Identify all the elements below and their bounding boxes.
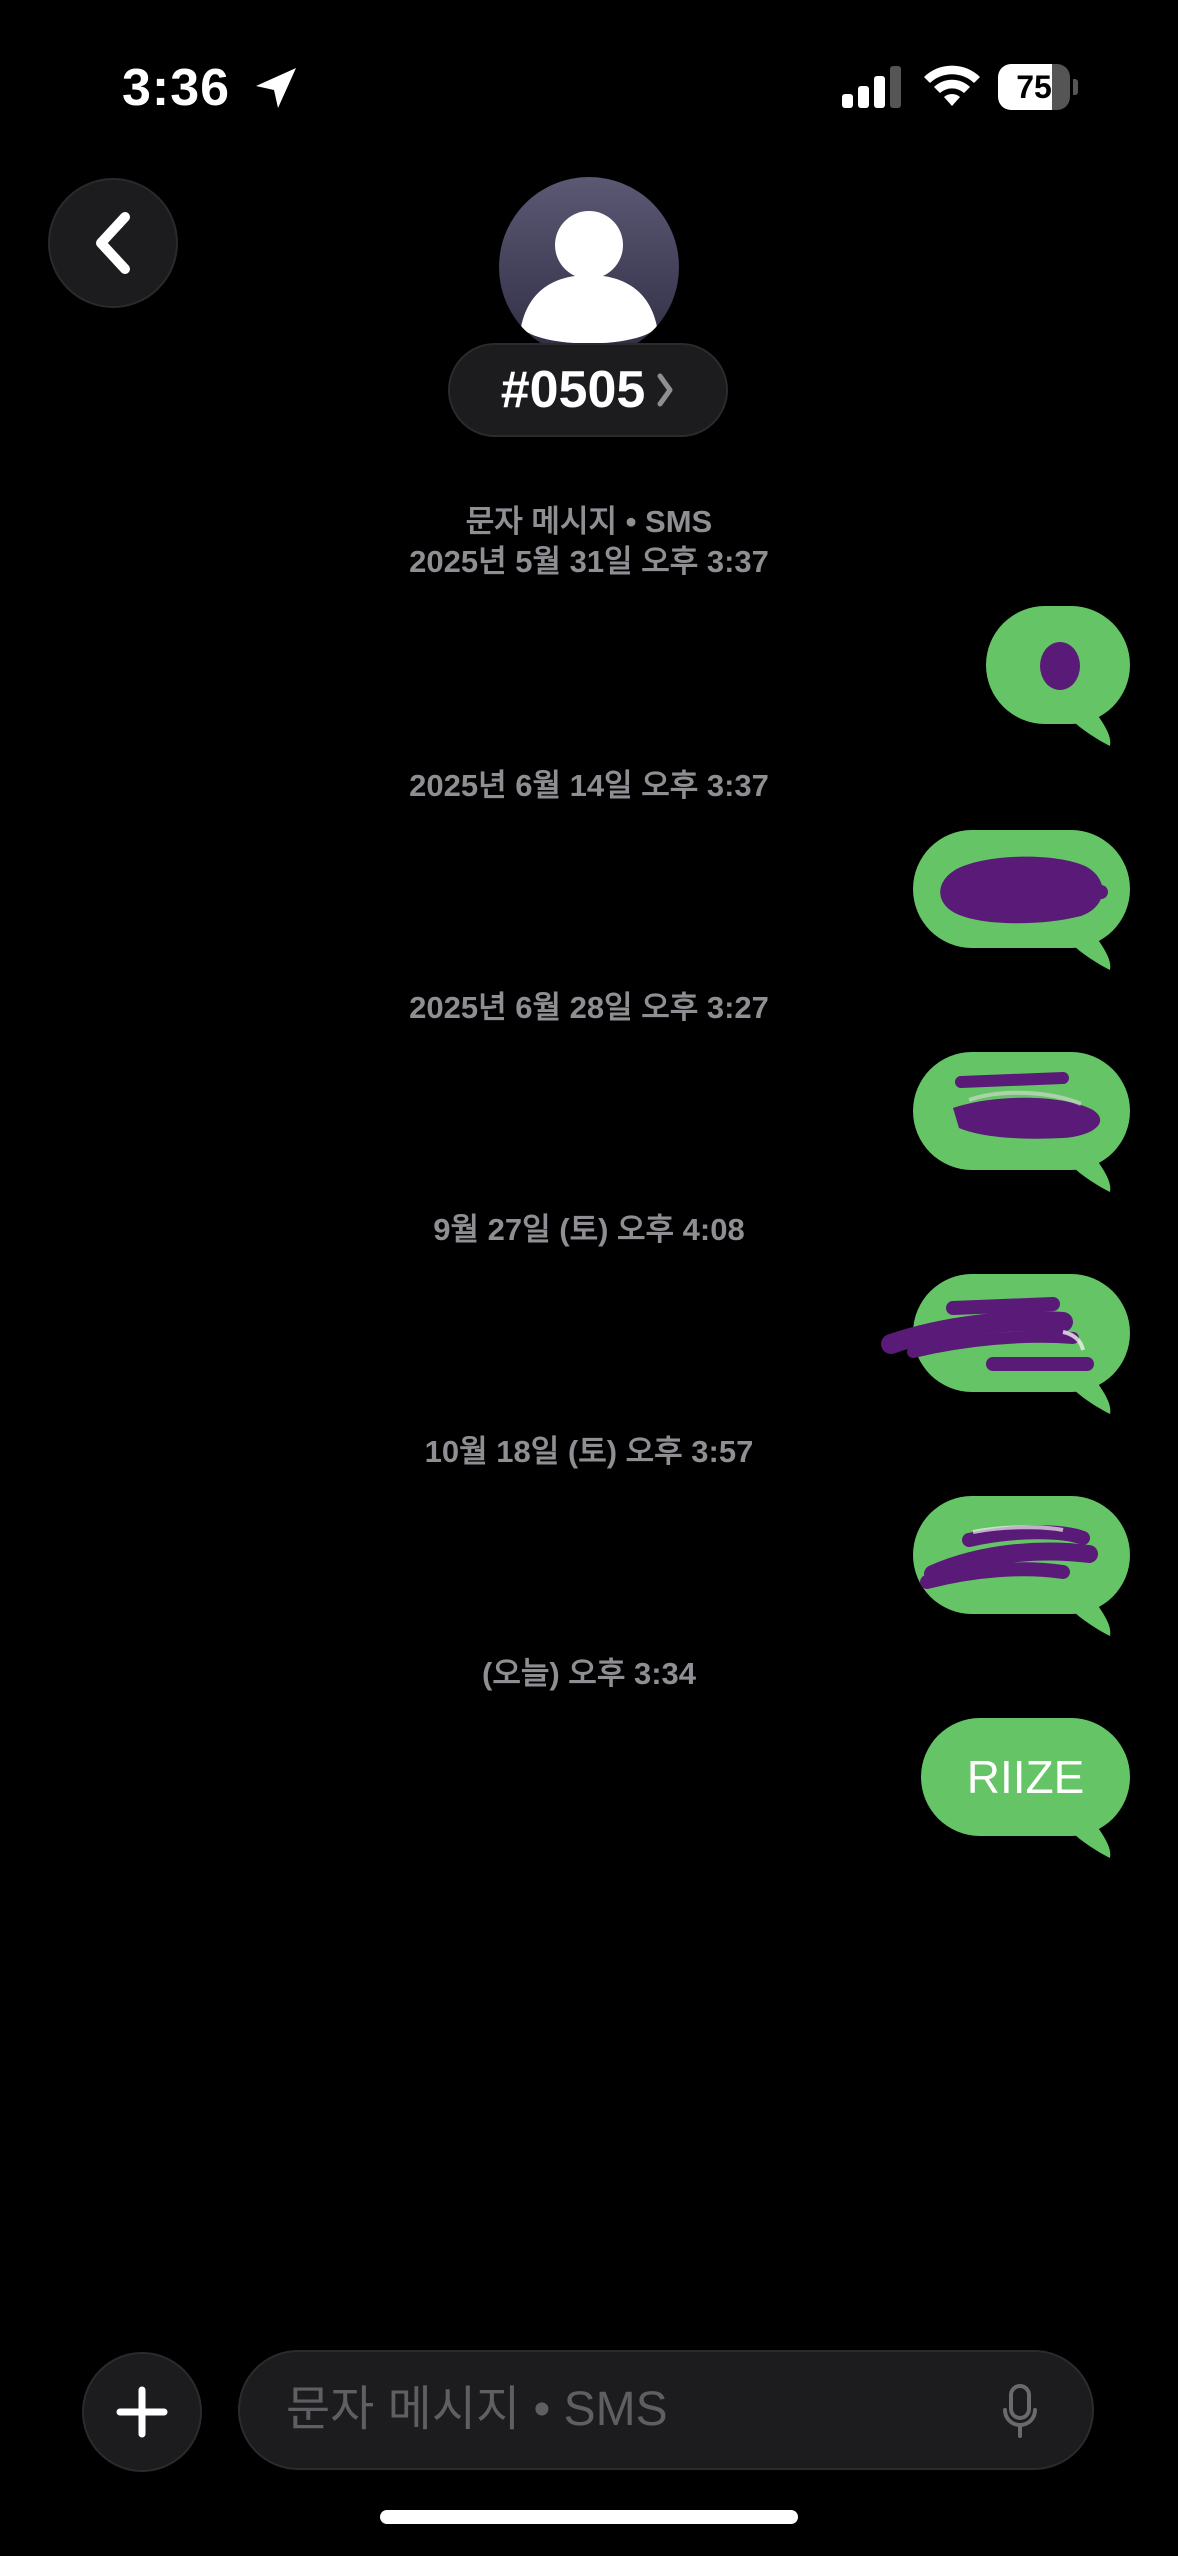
microphone-icon[interactable]	[1002, 2384, 1038, 2438]
contact-name: #0505	[500, 361, 646, 419]
timestamp: 9월 27일 (토) 오후 4:08	[433, 1212, 745, 1247]
message-input[interactable]: 문자 메시지 • SMS	[238, 2350, 1094, 2470]
timestamp: 2025년 5월 31일 오후 3:37	[409, 544, 769, 579]
battery-percent: 75	[1016, 69, 1052, 105]
message-bubble[interactable]	[913, 1052, 1130, 1192]
home-indicator[interactable]	[380, 2510, 798, 2524]
thread-service-label: 문자 메시지 • SMS	[465, 504, 713, 539]
location-arrow-icon	[256, 68, 296, 108]
status-time: 3:36	[122, 59, 231, 117]
timestamp: (오늘) 오후 3:34	[482, 1656, 696, 1691]
wifi-icon	[924, 65, 980, 106]
add-attachment-button[interactable]	[82, 2352, 202, 2472]
back-chevron-icon	[96, 212, 130, 274]
message-bubble[interactable]	[881, 1274, 1130, 1414]
timestamp: 2025년 6월 28일 오후 3:27	[409, 990, 769, 1025]
message-bubble[interactable]	[986, 606, 1130, 746]
back-button[interactable]	[48, 178, 178, 308]
message-text: RIIZE	[966, 1751, 1085, 1803]
message-bubble[interactable]: RIIZE	[921, 1718, 1130, 1858]
contact-name-button[interactable]: #0505	[448, 343, 728, 437]
timestamp: 10월 18일 (토) 오후 3:57	[424, 1434, 754, 1469]
plus-icon	[116, 2386, 168, 2438]
cellular-signal-icon	[842, 66, 901, 108]
contact-avatar[interactable]	[499, 177, 679, 357]
timestamp: 2025년 6월 14일 오후 3:37	[409, 768, 769, 803]
redaction-scribble	[1040, 642, 1080, 690]
person-icon	[521, 211, 657, 344]
battery-icon: 75	[998, 64, 1078, 110]
chevron-right-icon	[657, 373, 673, 407]
message-input-placeholder: 문자 메시지 • SMS	[286, 2383, 668, 2436]
message-bubble[interactable]	[913, 1496, 1130, 1636]
message-bubble[interactable]	[913, 830, 1130, 970]
